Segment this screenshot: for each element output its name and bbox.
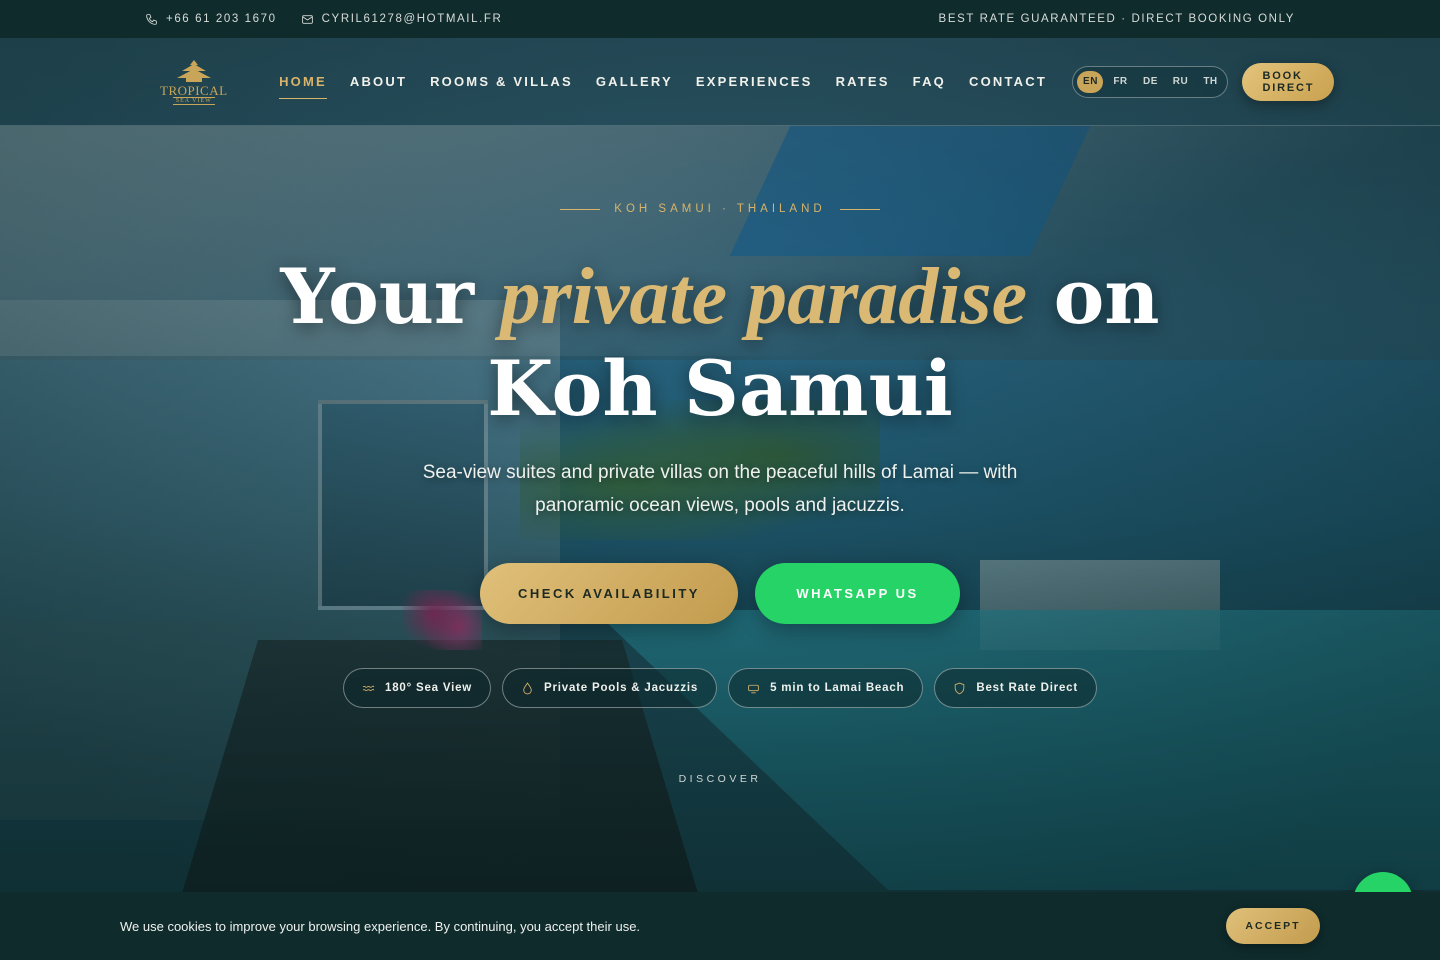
eyebrow-text: KOH SAMUI · THAILAND <box>614 203 826 215</box>
nav-faq[interactable]: FAQ <box>901 66 957 97</box>
check-availability-button[interactable]: CHECK AVAILABILITY <box>480 563 738 624</box>
lang-en[interactable]: EN <box>1077 70 1104 93</box>
feature-label: Best Rate Direct <box>976 682 1078 694</box>
nav-contact[interactable]: CONTACT <box>958 66 1059 97</box>
email-link[interactable]: CYRIL61278@HOTMAIL.FR <box>301 13 503 26</box>
nav-home[interactable]: HOME <box>268 66 339 99</box>
hero-eyebrow: KOH SAMUI · THAILAND <box>0 203 1440 215</box>
droplet-icon <box>523 681 532 694</box>
top-bar-tagline: BEST RATE GUARANTEED · DIRECT BOOKING ON… <box>938 13 1295 25</box>
discover-scroll-link[interactable]: DISCOVER <box>0 773 1440 785</box>
whatsapp-button[interactable]: WHATSAPP US <box>755 563 960 624</box>
email-address: CYRIL61278@HOTMAIL.FR <box>321 13 503 25</box>
waves-icon <box>362 685 375 691</box>
subtitle-line-2: panoramic ocean views, pools and jacuzzi… <box>535 495 905 516</box>
hero-cta-row: CHECK AVAILABILITY WHATSAPP US <box>0 563 1440 624</box>
top-bar: +66 61 203 1670 CYRIL61278@HOTMAIL.FR BE… <box>0 0 1440 38</box>
feature-best-rate: Best Rate Direct <box>934 668 1097 708</box>
phone-link[interactable]: +66 61 203 1670 <box>145 13 277 26</box>
lang-th[interactable]: TH <box>1197 71 1223 93</box>
headline-accent: private paradise <box>500 253 1028 341</box>
lang-ru[interactable]: RU <box>1167 71 1193 93</box>
nav-gallery[interactable]: GALLERY <box>584 66 684 97</box>
hero-headline: Your private paradise on Koh Samui <box>0 251 1440 435</box>
eyebrow-line-right <box>839 208 880 210</box>
feature-sea-view: 180° Sea View <box>343 668 492 708</box>
cookie-text: We use cookies to improve your browsing … <box>120 918 641 934</box>
nav-experiences[interactable]: EXPERIENCES <box>684 66 824 97</box>
headline-mid: on <box>1053 252 1160 341</box>
headline-start: Your <box>280 252 475 341</box>
hero-subtitle: Sea-view suites and private villas on th… <box>0 456 1440 522</box>
subtitle-line-1: Sea-view suites and private villas on th… <box>422 462 1018 483</box>
sunbed-icon <box>748 684 759 693</box>
phone-icon <box>146 13 157 25</box>
site-logo[interactable]: TROPICAL SEA VIEW <box>160 56 228 108</box>
mail-icon <box>301 14 313 24</box>
feature-label: 180° Sea View <box>385 682 473 694</box>
feature-label: Private Pools & Jacuzzis <box>544 682 699 694</box>
shield-icon <box>955 682 965 694</box>
eyebrow-line-left <box>560 208 601 210</box>
language-switcher: EN FR DE RU TH <box>1072 65 1229 98</box>
phone-number: +66 61 203 1670 <box>166 13 277 25</box>
nav-about[interactable]: ABOUT <box>338 66 418 97</box>
top-bar-contacts: +66 61 203 1670 CYRIL61278@HOTMAIL.FR <box>145 13 502 26</box>
hero-section: KOH SAMUI · THAILAND Your private paradi… <box>0 126 1440 896</box>
feature-beach: 5 min to Lamai Beach <box>728 668 924 708</box>
lang-de[interactable]: DE <box>1137 71 1163 93</box>
cookie-banner: We use cookies to improve your browsing … <box>0 892 1440 960</box>
nav-rates[interactable]: RATES <box>824 66 901 97</box>
main-navigation: TROPICAL SEA VIEW HOME ABOUT ROOMS & VIL… <box>0 38 1440 126</box>
feature-label: 5 min to Lamai Beach <box>770 682 905 694</box>
logo-text: TROPICAL <box>160 82 228 98</box>
lang-fr[interactable]: FR <box>1107 71 1133 93</box>
accept-cookies-button[interactable]: ACCEPT <box>1226 908 1320 944</box>
feature-pools: Private Pools & Jacuzzis <box>502 668 718 708</box>
feature-badges: 180° Sea View Private Pools & Jacuzzis 5… <box>0 668 1440 708</box>
book-direct-button[interactable]: BOOK DIRECT <box>1242 62 1335 101</box>
logo-subtext: SEA VIEW <box>172 96 215 105</box>
main-menu: HOME ABOUT ROOMS & VILLAS GALLERY EXPERI… <box>268 66 1059 99</box>
pagoda-icon <box>176 59 211 82</box>
nav-rooms-villas[interactable]: ROOMS & VILLAS <box>419 66 585 97</box>
headline-end: Koh Samui <box>487 344 953 433</box>
